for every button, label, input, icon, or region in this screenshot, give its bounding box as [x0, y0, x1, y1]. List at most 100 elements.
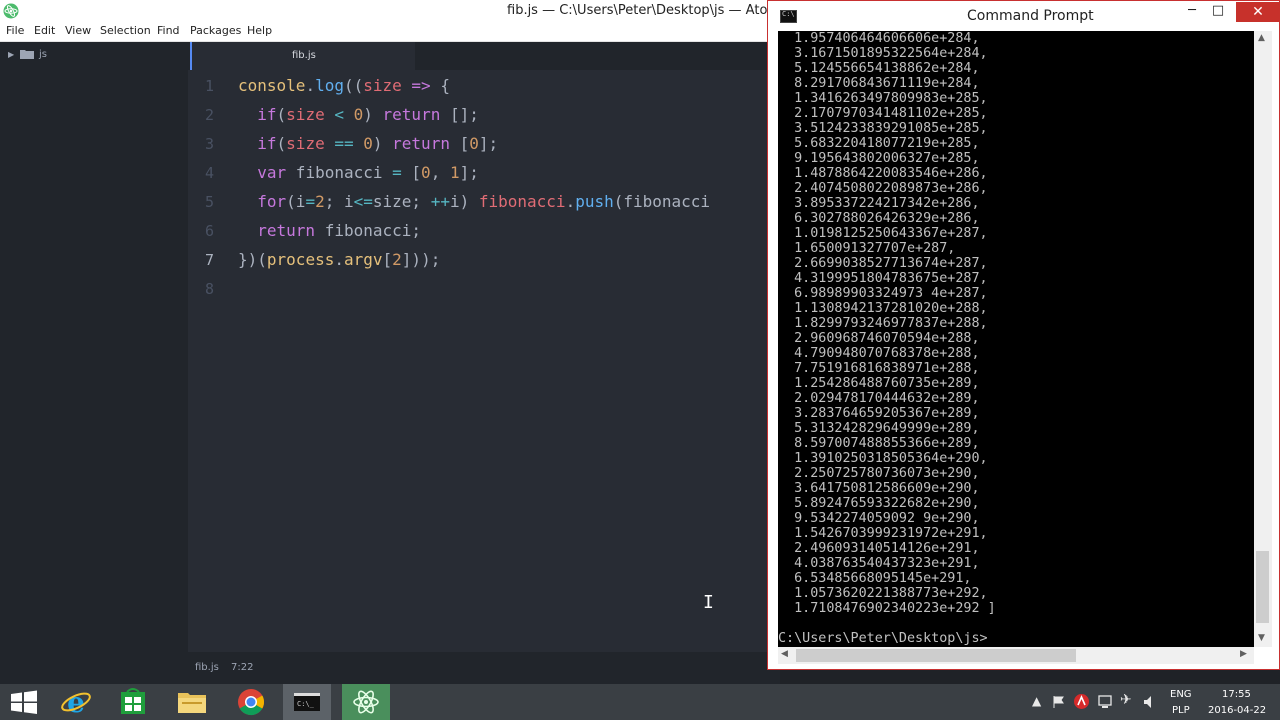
tray-antivirus-icon[interactable] — [1073, 693, 1090, 710]
line-number: 3 — [204, 135, 214, 153]
scroll-right-icon[interactable]: ▶ — [1240, 649, 1247, 659]
code-line: if(size < 0) return []; — [257, 105, 479, 124]
console-line: 9.195643802006327e+285, — [778, 151, 980, 166]
clock-date[interactable]: 2016-04-22 — [1208, 705, 1266, 716]
console-line: 1.5426703999231972e+291, — [778, 526, 988, 541]
atom-window: fib.js — C:\Users\Peter\Desktop\js — Ato… — [0, 0, 780, 684]
atom-window-title: fib.js — C:\Users\Peter\Desktop\js — Ato… — [507, 3, 781, 18]
console-line: 4.790948070768378e+288, — [778, 346, 980, 361]
code-line: for(i=2; i<=size; ++i) fibonacci.push(fi… — [257, 192, 711, 211]
keyboard-layout[interactable]: PLP — [1172, 705, 1190, 716]
console-line: 6.98989903324973 4e+287, — [778, 286, 988, 301]
console-line: 1.7108476902340223e+292 ] — [778, 601, 996, 616]
console-line: 9.5342274059092 9e+290, — [778, 511, 980, 526]
tab-fib-js[interactable]: fib.js — [190, 42, 415, 70]
svg-text:C:\_: C:\_ — [297, 700, 315, 708]
svg-text:e: e — [67, 686, 85, 719]
console-line: 2.250725780736073e+290, — [778, 466, 980, 481]
console-line: 4.3199951804783675e+287, — [778, 271, 988, 286]
atom-icon[interactable] — [342, 684, 390, 720]
console-line: 6.53485668095145e+291, — [778, 571, 972, 586]
console-line: 2.496093140514126e+291, — [778, 541, 980, 556]
console-prompt: C:\Users\Peter\Desktop\js> — [778, 631, 988, 646]
scroll-left-icon[interactable]: ◀ — [781, 649, 788, 659]
console-line: 5.124556654138862e+284, — [778, 61, 980, 76]
code-line: return fibonacci; — [257, 221, 422, 240]
console-line: 3.641750812586609e+290, — [778, 481, 980, 496]
console-line: 1.254286488760735e+289, — [778, 376, 980, 391]
line-number: 6 — [204, 222, 214, 240]
code-editor[interactable]: 1 2 3 4 5 6 7 8 console.log((size => { i… — [188, 70, 780, 652]
console-line: 3.5124233839291085e+285, — [778, 121, 988, 136]
line-number: 1 — [204, 77, 214, 95]
language-code[interactable]: ENG — [1170, 689, 1192, 700]
clock-time[interactable]: 17:55 — [1222, 689, 1251, 700]
file-explorer-icon[interactable] — [168, 684, 216, 720]
menu-view[interactable]: View — [65, 24, 91, 37]
menu-selection[interactable]: Selection — [100, 24, 151, 37]
tray-volume-icon[interactable] — [1143, 695, 1157, 709]
line-number: 8 — [204, 280, 214, 298]
line-number: 5 — [204, 193, 214, 211]
console-line: 4.038763540437323e+291, — [778, 556, 980, 571]
code-line: })(process.argv[2])); — [238, 250, 441, 269]
console-line: 1.8299793246977837e+288, — [778, 316, 988, 331]
menu-edit[interactable]: Edit — [34, 24, 55, 37]
cmd-icon[interactable]: C:\_ — [283, 684, 331, 720]
code-line: console.log((size => { — [238, 76, 450, 95]
tree-status-area — [0, 652, 188, 684]
tray-network-icon[interactable] — [1097, 694, 1113, 710]
console-line: 5.683220418077219e+285, — [778, 136, 980, 151]
menu-file[interactable]: File — [6, 24, 24, 37]
console-line: 2.4074508022089873e+286, — [778, 181, 988, 196]
maximize-button[interactable]: □ — [1202, 3, 1234, 25]
console-line: 1.3910250318505364e+290, — [778, 451, 988, 466]
console-output[interactable]: 1.957406464606606e+284, 3.16715018953225… — [778, 31, 1254, 647]
status-cursor-position[interactable]: 7:22 — [231, 662, 253, 673]
scroll-down-icon[interactable]: ▼ — [1258, 633, 1265, 643]
store-icon[interactable] — [109, 684, 157, 720]
menu-help[interactable]: Help — [247, 24, 272, 37]
console-line: 1.0198125250643367e+287, — [778, 226, 988, 241]
mouse-cursor-icon: I — [703, 592, 714, 613]
expand-arrow-icon[interactable]: ▶ — [8, 50, 14, 59]
menu-packages[interactable]: Packages — [190, 24, 241, 37]
tray-overflow-icon[interactable]: ▲ — [1032, 694, 1041, 708]
menu-find[interactable]: Find — [157, 24, 180, 37]
console-line: 2.1707970341481102e+285, — [778, 106, 988, 121]
chrome-icon[interactable] — [227, 684, 275, 720]
console-line: 8.597007488855366e+289, — [778, 436, 980, 451]
tree-view: ▶ js — [0, 42, 188, 652]
tray-flag-icon[interactable] — [1052, 695, 1066, 709]
scroll-thumb[interactable] — [1256, 551, 1269, 623]
horizontal-scrollbar[interactable]: ◀ ▶ — [778, 647, 1254, 664]
console-line: 5.892476593322682e+290, — [778, 496, 980, 511]
scroll-thumb[interactable] — [796, 649, 1076, 662]
console-line: 3.1671501895322564e+284, — [778, 46, 988, 61]
console-line: 5.313242829649999e+289, — [778, 421, 980, 436]
folder-icon — [20, 50, 34, 59]
console-line: 1.0573620221388773e+292, — [778, 586, 988, 601]
windows-start-icon[interactable] — [0, 684, 48, 720]
cmd-icon: C:\ — [780, 10, 797, 23]
taskbar: e C:\_ ▲ ✈ — [0, 684, 1280, 720]
console-line: 2.6699038527713674e+287, — [778, 256, 988, 271]
line-number-current: 7 — [204, 251, 214, 269]
status-file-name[interactable]: fib.js — [195, 662, 219, 673]
console-line: 8.291706843671119e+284, — [778, 76, 980, 91]
tab-label: fib.js — [292, 50, 316, 61]
atom-logo-icon — [3, 3, 19, 19]
code-line: if(size == 0) return [0]; — [257, 134, 499, 153]
close-button[interactable]: ✕ — [1236, 2, 1280, 22]
atom-title-bar: fib.js — C:\Users\Peter\Desktop\js — Ato… — [0, 0, 780, 22]
scroll-up-icon[interactable]: ▲ — [1258, 33, 1265, 43]
console-line: 1.957406464606606e+284, — [778, 31, 980, 46]
internet-explorer-icon[interactable]: e — [52, 684, 100, 720]
atom-menu-bar: File Edit View Selection Find Packages H… — [0, 22, 780, 42]
tree-root-folder[interactable]: js — [39, 49, 47, 60]
command-prompt-window: C:\ Command Prompt ─ □ ✕ 1.9574064646066… — [767, 0, 1280, 670]
status-bar: fib.js 7:22 — [188, 652, 780, 684]
console-line: 2.960968746070594e+288, — [778, 331, 980, 346]
vertical-scrollbar[interactable]: ▲ ▼ — [1254, 31, 1272, 647]
tray-airplane-icon[interactable]: ✈ — [1120, 692, 1132, 708]
